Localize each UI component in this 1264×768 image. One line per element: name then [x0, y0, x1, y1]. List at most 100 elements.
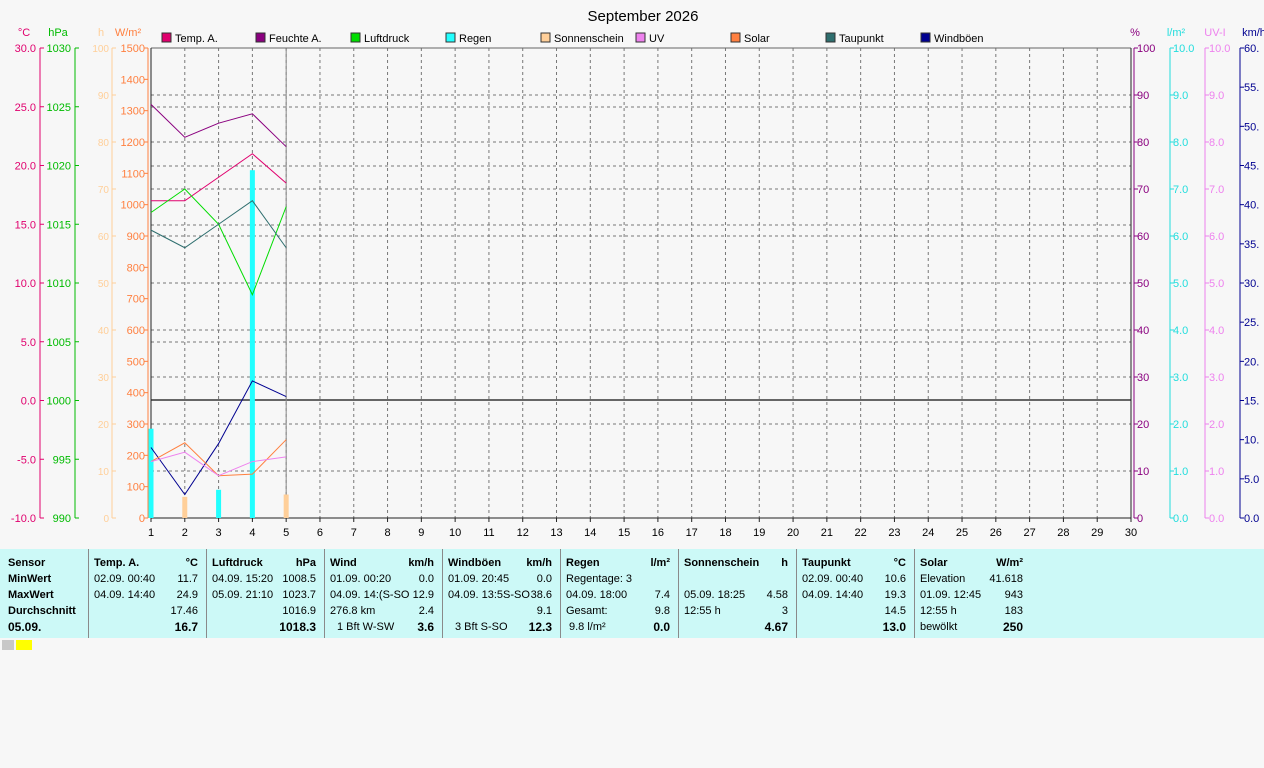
dewpoint-min: 10.6: [884, 573, 906, 585]
temp-tick-label: -10.0: [11, 513, 36, 525]
humidity-tick-label: 40: [1137, 325, 1149, 337]
weather-chart: September 2026 Temp. A. Feuchte A. Luftdru…: [0, 0, 1264, 549]
x-tick-label: 23: [888, 527, 900, 539]
x-tick-label: 14: [584, 527, 596, 539]
pressure-axis-unit: hPa: [48, 27, 68, 39]
temp-tick-label: 25.0: [15, 102, 36, 114]
humidity-tick-label: 100: [1137, 43, 1155, 55]
wind-tick-label: 10.: [1244, 435, 1259, 447]
dewpoint-max: 19.3: [884, 589, 906, 601]
rain-tick-label: 3.0: [1173, 372, 1188, 384]
bar-sonnenschein-day-2: [182, 496, 188, 518]
humidity-tick-label: 50: [1137, 278, 1149, 290]
solar-sky: bewölkt: [920, 621, 958, 633]
pressure-tick-label: 990: [53, 513, 71, 525]
temp-avg: 17.46: [170, 605, 198, 617]
maxwert-label: MaxWert: [8, 589, 54, 601]
temp-max-date: 04.09. 14:40: [94, 589, 156, 601]
sunshine-tick-label: 30: [98, 373, 110, 384]
legend-swatch: [161, 32, 172, 43]
temp-tick-label: 20.0: [15, 161, 36, 173]
bar-sonnenschein-day-5: [283, 494, 289, 518]
pressure-current: 1018.3: [279, 620, 316, 634]
pressure-tick-label: 1025: [47, 102, 71, 114]
solar-tick-label: 100: [127, 482, 145, 494]
sunshine-current: 4.67: [764, 620, 788, 634]
wind-title: Wind: [330, 557, 357, 569]
legend-label: Regen: [459, 33, 491, 45]
solar-title: Solar: [920, 557, 948, 569]
uv-tick-label: 0.0: [1209, 513, 1224, 525]
legend-swatch: [825, 32, 836, 43]
solar-unit: W/m²: [996, 557, 1023, 569]
x-tick-label: 26: [990, 527, 1002, 539]
wind-tick-label: 50.: [1244, 121, 1259, 133]
sunshine-avg: 3: [781, 605, 788, 617]
legend-swatch: [920, 32, 931, 43]
wind-tick-label: 5.0: [1244, 474, 1259, 486]
wind-avg: 2.4: [418, 605, 434, 617]
rain-axis-unit: l/m²: [1167, 27, 1186, 39]
gusts-current: 12.3: [528, 620, 552, 634]
uv-tick-label: 10.0: [1209, 43, 1230, 55]
solar-tick-label: 200: [127, 450, 145, 462]
solar-tick-label: 0: [139, 513, 145, 525]
dewpoint-min-date: 02.09. 00:40: [802, 573, 864, 585]
uv-axis-unit: UV-I: [1204, 27, 1225, 39]
rain-tick-label: 4.0: [1173, 325, 1188, 337]
rain-tick-label: 9.0: [1173, 90, 1188, 102]
sunshine-tick-label: 20: [98, 420, 110, 431]
x-tick-label: 5: [283, 527, 289, 539]
solar-daylength: 12:55 h: [920, 605, 957, 617]
uv-tick-label: 8.0: [1209, 137, 1224, 149]
x-tick-label: 18: [719, 527, 731, 539]
solar-max-date: 01.09. 12:45: [920, 589, 982, 601]
pressure-min-date: 04.09. 15:20: [212, 573, 274, 585]
x-tick-label: 30: [1125, 527, 1137, 539]
temp-tick-label: 15.0: [15, 219, 36, 231]
rain-days: Regentage: 3: [566, 573, 633, 585]
current-date: 05.09.: [8, 620, 42, 634]
x-tick-label: 9: [418, 527, 424, 539]
x-tick-label: 28: [1057, 527, 1069, 539]
x-tick-label: 8: [384, 527, 390, 539]
legend-label: Sonnenschein: [554, 33, 624, 45]
dewpoint-avg: 14.5: [884, 605, 906, 617]
sunshine-title: Sonnenschein: [684, 557, 760, 569]
uv-tick-label: 1.0: [1209, 466, 1224, 478]
summary-col-wind: Wind km/h 01.09. 00:20 0.0 04.09. 14:(S-SO…: [325, 549, 443, 638]
legend-label: Windböen: [934, 33, 984, 45]
legend-label: Luftdruck: [364, 33, 410, 45]
bar-regen-day-4: [249, 170, 255, 518]
legend-swatch: [350, 32, 361, 43]
rain-tick-label: 6.0: [1173, 231, 1188, 243]
x-tick-label: 20: [787, 527, 799, 539]
rain-tick-label: 10.0: [1173, 43, 1194, 55]
summary-col-sensor: Sensor MinWert MaxWert Durchschnitt 05.0…: [0, 549, 89, 638]
legend-label: Temp. A.: [175, 33, 218, 45]
x-tick-label: 24: [922, 527, 934, 539]
sunshine-tick-label: 40: [98, 326, 110, 337]
x-tick-label: 2: [182, 527, 188, 539]
rain-total-label: Gesamt:: [566, 605, 608, 617]
gusts-title: Windböen: [448, 557, 502, 569]
humidity-tick-label: 60: [1137, 231, 1149, 243]
sunshine-tick-label: 0: [103, 514, 109, 525]
bar-regen-day-1: [148, 428, 154, 518]
pressure-unit: hPa: [295, 557, 316, 569]
temp-min-date: 02.09. 00:40: [94, 573, 156, 585]
sunshine-daylength: 12:55 h: [684, 605, 721, 617]
x-tick-label: 13: [550, 527, 562, 539]
pressure-title: Luftdruck: [212, 557, 263, 569]
temp-tick-label: 30.0: [15, 43, 36, 55]
gusts-beaufort: 3 Bft S-SO: [455, 621, 508, 633]
pressure-tick-label: 1020: [47, 161, 71, 173]
uv-tick-label: 5.0: [1209, 278, 1224, 290]
x-tick-label: 22: [855, 527, 867, 539]
pressure-min: 1008.5: [282, 573, 316, 585]
dewpoint-unit: °C: [893, 557, 906, 569]
x-tick-label: 16: [652, 527, 664, 539]
dewpoint-current: 13.0: [882, 620, 906, 634]
humidity-tick-label: 30: [1137, 372, 1149, 384]
humidity-axis-unit: %: [1130, 27, 1140, 39]
